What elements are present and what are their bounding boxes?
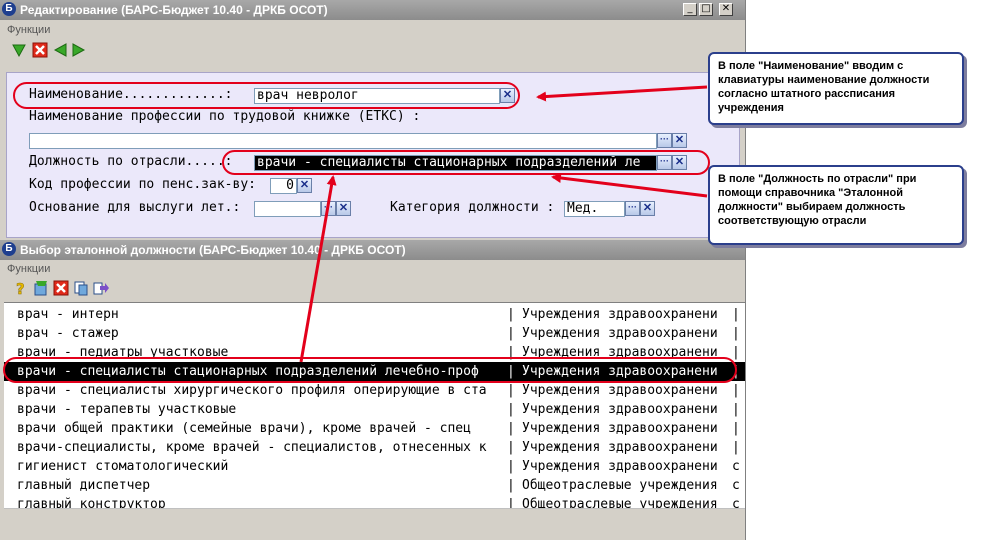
profession-field[interactable] <box>29 133 657 149</box>
seniority-field[interactable] <box>254 201 321 217</box>
list-item-name: гигиенист стоматологический <box>17 459 229 474</box>
edit-icon[interactable] <box>33 280 49 296</box>
select-window-title: Выбор эталонной должности (БАРС-Бюджет 1… <box>20 243 406 257</box>
status-bar <box>4 508 745 535</box>
list-item-org: Учреждения здравоохранени <box>522 440 718 455</box>
list-item-tail: с <box>732 478 740 493</box>
edit-window-title: Редактирование (БАРС-Бюджет 10.40 - ДРКБ… <box>20 3 328 17</box>
list-item-name: врачи - терапевты участковые <box>17 402 237 417</box>
list-item[interactable]: врач - стажер | Учреждения здравоохранени | <box>4 324 745 343</box>
list-item[interactable]: главный конструктор | Общеотраслевые учреж… <box>4 495 745 508</box>
column-separator: | <box>507 383 515 398</box>
column-separator: | <box>507 326 515 341</box>
list-item[interactable]: врачи-специалисты, кроме врачей - специа… <box>4 438 745 457</box>
position-label: Должность по отрасли.....: <box>29 154 233 169</box>
nav-left-icon[interactable] <box>52 42 68 58</box>
list-item-org: Общеотраслевые учреждения <box>522 478 718 493</box>
list-item-name: врач - интерн <box>17 307 119 322</box>
list-item[interactable]: гигиенист стоматологический | Учреждения з… <box>4 457 745 476</box>
list-item[interactable]: главный диспетчер | Общеотраслевые учрежде… <box>4 476 745 495</box>
list-item-tail: | <box>732 345 740 360</box>
list-item-org: Учреждения здравоохранени <box>522 307 718 322</box>
category-label: Категория должности : <box>390 200 555 215</box>
list-item-name: главный диспетчер <box>17 478 151 493</box>
column-separator: | <box>507 402 515 417</box>
select-window-titlebar[interactable]: Б Выбор эталонной должности (БАРС-Бюджет… <box>0 240 745 260</box>
profession-clear-button[interactable]: ✕ <box>672 133 687 148</box>
column-separator: | <box>507 421 515 436</box>
seniority-clear-button[interactable]: ✕ <box>336 201 351 216</box>
name-highlight-ellipse <box>13 82 520 109</box>
position-highlight-ellipse <box>222 150 710 175</box>
nav-right-icon[interactable] <box>71 42 87 58</box>
list-item[interactable]: врачи - специалисты хирургического профи… <box>4 381 745 400</box>
app-icon: Б <box>2 242 16 256</box>
selected-row-highlight-ellipse <box>3 357 737 383</box>
list-item-tail: | <box>732 307 740 322</box>
help-icon[interactable]: ? <box>13 280 29 296</box>
export-icon[interactable] <box>93 280 109 296</box>
maximize-button[interactable]: □ <box>699 3 713 16</box>
select-menu-functions[interactable]: Функции <box>7 263 50 275</box>
list-item-org: Общеотраслевые учреждения <box>522 497 718 508</box>
list-item[interactable]: врачи - терапевты участковые | Учреждения … <box>4 400 745 419</box>
list-item-name: врачи - специалисты хирургического профи… <box>17 383 487 398</box>
list-item[interactable]: врачи общей практики (семейные врачи), к… <box>4 419 745 438</box>
category-lookup-button[interactable]: ··· <box>625 201 640 216</box>
cancel-icon[interactable] <box>53 280 69 296</box>
pension-label: Код профессии по пенс.зак-ву: <box>29 177 256 192</box>
svg-text:?: ? <box>16 280 25 296</box>
list-item-name: главный конструктор <box>17 497 166 508</box>
list-item-name: врачи общей практики (семейные врачи), к… <box>17 421 471 436</box>
list-item-name: врачи-специалисты, кроме врачей - специа… <box>17 440 487 455</box>
menu-functions[interactable]: Функции <box>7 24 50 36</box>
list-item-tail: | <box>732 440 740 455</box>
column-separator: | <box>507 478 515 493</box>
column-separator: | <box>507 459 515 474</box>
list-item-tail: с <box>732 497 740 508</box>
category-field[interactable]: Мед. <box>564 201 625 217</box>
list-item-org: Учреждения здравоохранени <box>522 383 718 398</box>
list-item-name: врач - стажер <box>17 326 119 341</box>
check-down-icon[interactable] <box>11 42 27 58</box>
pension-code-field[interactable]: 0 <box>270 178 297 194</box>
category-clear-button[interactable]: ✕ <box>640 201 655 216</box>
list-item-org: Учреждения здравоохранени <box>522 402 718 417</box>
edit-window-titlebar[interactable]: Б Редактирование (БАРС-Бюджет 10.40 - ДР… <box>0 0 745 20</box>
list-item-tail: | <box>732 383 740 398</box>
list-item-tail: с <box>732 459 740 474</box>
list-item-org: Учреждения здравоохранени <box>522 421 718 436</box>
column-separator: | <box>507 497 515 508</box>
profession-label: Наименование профессии по трудовой книжк… <box>29 109 421 124</box>
list-item-tail: | <box>732 326 740 341</box>
column-separator: | <box>507 307 515 322</box>
list-item-tail: | <box>732 421 740 436</box>
cancel-icon[interactable] <box>32 42 48 58</box>
select-position-window: Б Выбор эталонной должности (БАРС-Бюджет… <box>0 240 746 540</box>
app-icon: Б <box>2 2 16 16</box>
list-item[interactable]: врач - интерн | Учреждения здравоохранени | <box>4 305 745 324</box>
callout-name-hint: В поле "Наименование" вводим с клавиатур… <box>708 52 964 125</box>
seniority-label: Основание для выслуги лет.: <box>29 200 241 215</box>
edit-window: Б Редактирование (БАРС-Бюджет 10.40 - ДР… <box>0 0 746 240</box>
position-list[interactable]: врач - интерн | Учреждения здравоохранени |… <box>4 302 745 508</box>
list-item-org: Учреждения здравоохранени <box>522 459 718 474</box>
list-item-tail: | <box>732 402 740 417</box>
seniority-lookup-button[interactable]: ··· <box>321 201 336 216</box>
callout-position-hint: В поле "Должность по отрасли" при помощи… <box>708 165 964 245</box>
copy-icon[interactable] <box>73 280 89 296</box>
minimize-button[interactable]: _ <box>683 3 697 16</box>
close-button[interactable]: ✕ <box>719 3 733 16</box>
pension-clear-button[interactable]: ✕ <box>297 178 312 193</box>
list-item-org: Учреждения здравоохранени <box>522 326 718 341</box>
profession-lookup-button[interactable]: ··· <box>657 133 672 148</box>
column-separator: | <box>507 440 515 455</box>
